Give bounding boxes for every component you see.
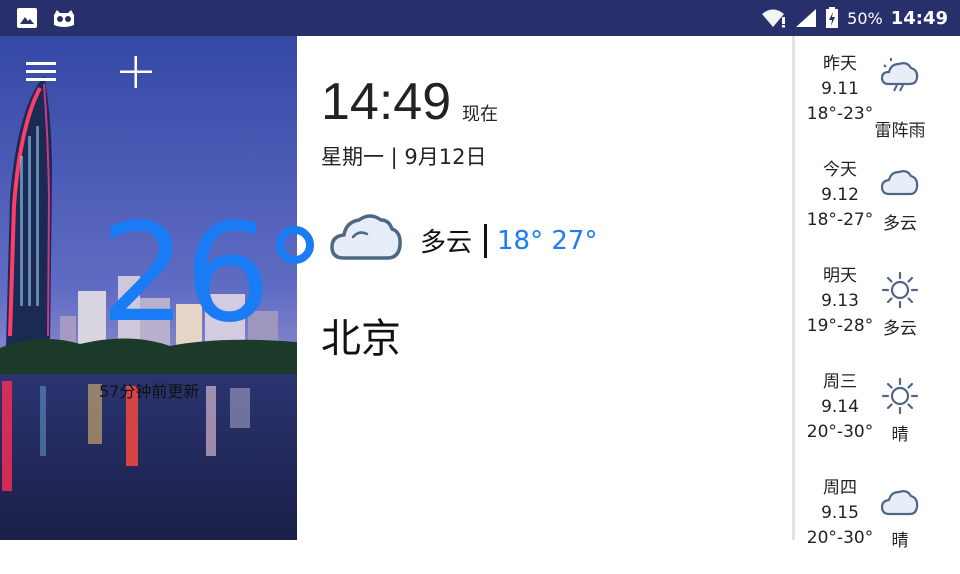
condition-label: 多云	[420, 228, 473, 258]
forecast-item[interactable]: 周四 9.15 20°-30° 晴	[795, 474, 960, 574]
sun-icon	[881, 377, 919, 415]
forecast-date: 9.14	[821, 397, 859, 417]
cloud-icon	[881, 170, 919, 196]
signal-icon	[796, 9, 817, 27]
battery-percent: 50%	[847, 8, 883, 28]
current-condition: 多云 18° 27°	[420, 222, 597, 259]
plus-icon[interactable]	[118, 54, 154, 90]
forecast-date: 9.15	[821, 503, 859, 523]
image-icon	[17, 8, 37, 28]
forecast-day: 昨天	[823, 54, 857, 74]
cyanogen-mascot-icon	[54, 10, 74, 27]
battery-icon	[826, 7, 839, 28]
current-date: 星期一 | 9月12日	[321, 145, 487, 169]
status-time: 14:49	[890, 7, 948, 29]
now-label: 现在	[462, 104, 498, 125]
current-temperature: 26	[100, 195, 271, 353]
cloud-icon	[330, 214, 402, 260]
forecast-day: 今天	[823, 160, 857, 180]
temperature-range: 18° 27°	[497, 225, 598, 256]
city-name[interactable]: 北京	[321, 306, 401, 364]
forecast-condition: 多云	[883, 214, 917, 234]
forecast-condition: 雷阵雨	[874, 121, 926, 141]
status-bar: 50% 14:49	[0, 0, 960, 36]
forecast-item[interactable]: 明天 9.13 19°-28° 多云	[795, 262, 960, 362]
hamburger-menu-icon[interactable]	[26, 60, 58, 84]
condition-separator	[484, 223, 488, 258]
current-time: 14:49	[321, 73, 452, 131]
sun-icon	[881, 271, 919, 309]
thunder-shower-icon	[881, 58, 919, 92]
forecast-day: 明天	[823, 266, 857, 286]
degree-symbol	[276, 226, 314, 264]
forecast-item[interactable]: 昨天 9.11 18°-23° 雷阵雨	[795, 50, 960, 150]
forecast-item[interactable]: 周三 9.14 20°-30° 晴	[795, 368, 960, 468]
forecast-day: 周三	[823, 372, 857, 392]
forecast-list[interactable]: 昨天 9.11 18°-23° 雷阵雨 今天 9.12 18°-27° 多云 明…	[795, 36, 960, 551]
forecast-date: 9.13	[821, 291, 859, 311]
forecast-condition: 多云	[883, 319, 917, 339]
forecast-condition: 晴	[891, 425, 909, 445]
last-updated: 57分钟前更新	[99, 382, 200, 401]
cloud-icon	[881, 490, 919, 516]
forecast-day: 周四	[823, 478, 857, 498]
forecast-date: 9.11	[821, 79, 859, 99]
forecast-condition: 晴	[891, 531, 909, 551]
forecast-date: 9.12	[821, 185, 859, 205]
forecast-item[interactable]: 今天 9.12 18°-27° 多云	[795, 156, 960, 256]
wifi-icon	[762, 9, 786, 28]
